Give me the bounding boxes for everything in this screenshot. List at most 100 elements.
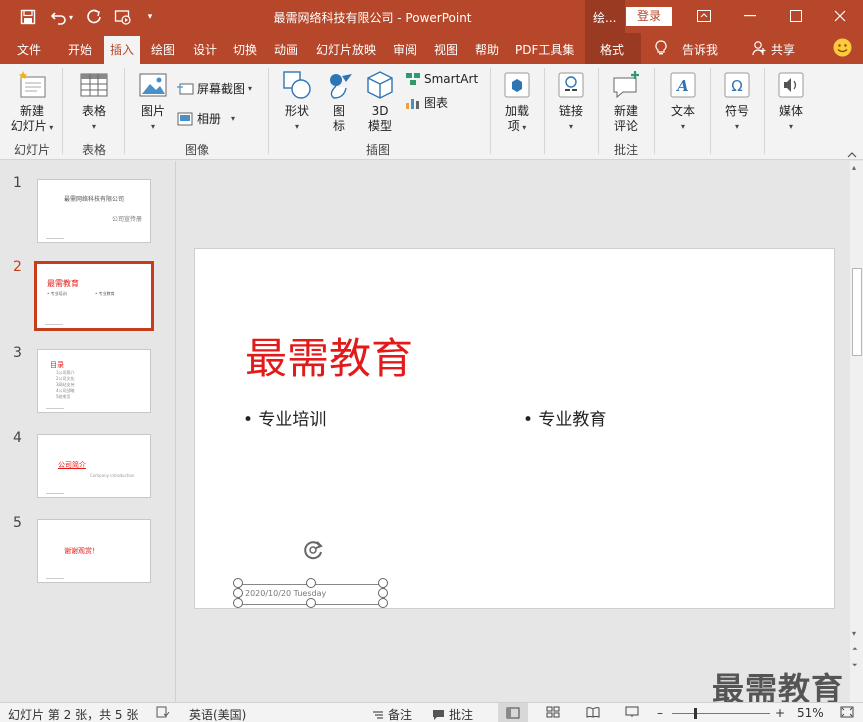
zoom-level[interactable]: 51% [797,706,824,720]
fit-to-window-icon[interactable] [840,706,854,718]
group-label-illustrations: 插图 [365,143,390,157]
slide-thumbnail-1[interactable]: 最需网络科技有限公司 公司宣传册 [37,179,151,243]
slide-sorter-icon[interactable] [546,706,560,718]
maximize-icon[interactable] [773,4,819,28]
tell-me-search[interactable]: 告诉我 [682,41,718,58]
slide-thumbnail-2[interactable]: 最需教育 • 专业培训 • 专业教育 [34,261,154,331]
tab-insert[interactable]: 插入 [104,36,141,66]
zoom-in-button[interactable]: + [775,706,785,720]
resize-handle[interactable] [306,578,316,588]
thumbnail-number: 1 [13,175,22,191]
ribbon-insert: 新建 幻灯片 ▾ 幻灯片 表格 ▾ 表格 图片 ▾ 屏幕截图 ▾ 相册 ▾ 图像… [0,64,863,160]
media-button[interactable]: 媒体 ▾ [772,70,810,134]
thumbnail-subtitle: 公司宣传册 [112,216,143,223]
slideshow-view-icon[interactable] [625,706,639,718]
reading-view-icon[interactable] [586,706,600,718]
normal-view-icon[interactable] [498,703,528,722]
group-label-tables: 表格 [81,143,106,157]
scroll-down-icon[interactable]: ▾ [852,629,856,638]
resize-handle[interactable] [306,598,316,608]
notes-button[interactable]: 备注 [372,706,412,722]
lightbulb-icon [655,40,667,59]
screenshot-button[interactable]: 屏幕截图 ▾ [176,80,252,97]
resize-handle[interactable] [378,588,388,598]
share-button[interactable]: 共享 [771,41,795,58]
comments-button[interactable]: 批注 [432,706,473,722]
slide-bullet-left[interactable]: • 专业培训 [243,405,326,430]
resize-handle[interactable] [233,578,243,588]
new-comment-button[interactable]: 新建 评论 [606,70,646,134]
album-button[interactable]: 相册 ▾ [176,110,235,127]
table-button[interactable]: 表格 ▾ [70,70,118,134]
omega-icon: Ω [722,70,752,100]
collapse-ribbon-icon[interactable] [847,148,857,162]
previous-slide-icon[interactable]: ⏶ [852,645,858,654]
context-tab-drawing[interactable]: 绘... [585,0,625,33]
new-slide-label-2: 幻灯片 [10,119,47,133]
chart-button[interactable]: 图表 [405,94,448,111]
thumbnail-number: 5 [13,515,22,531]
rotate-handle-icon[interactable] [300,537,326,563]
tab-view[interactable]: 视图 [434,41,458,58]
language-indicator[interactable]: 英语(美国) [189,706,246,722]
picture-button[interactable]: 图片 ▾ [134,70,172,134]
zoom-slider[interactable] [672,713,770,714]
vertical-scrollbar[interactable]: ▴ ▾ ⏶ ⏷ [850,161,863,702]
svg-text:Ω: Ω [731,77,742,95]
shapes-button[interactable]: 形状 ▾ [278,70,316,134]
resize-handle[interactable] [233,588,243,598]
slide-canvas[interactable]: 最需教育 • 专业培训 • 专业教育 2020/10/20 Tuesday [194,248,835,609]
smiley-feedback-icon[interactable] [833,38,852,60]
tab-draw[interactable]: 绘图 [151,41,175,58]
thumbnail-number: 2 [13,259,22,275]
tab-home[interactable]: 开始 [68,41,92,58]
addins-button[interactable]: 加载 项 ▾ [498,70,536,135]
zoom-slider-thumb[interactable] [694,708,697,719]
chart-icon [406,98,419,109]
tab-pdf-tools[interactable]: PDF工具集 [515,41,574,58]
tab-file[interactable]: 文件 [17,41,41,58]
tab-help[interactable]: 帮助 [475,41,499,58]
ribbon-display-options-icon[interactable] [681,4,727,28]
new-slide-icon [17,70,47,100]
tab-transitions[interactable]: 切换 [233,41,257,58]
text-button[interactable]: A 文本 ▾ [664,70,702,134]
new-slide-label-1: 新建 [19,104,44,118]
scrollbar-thumb[interactable] [852,268,862,356]
minimize-icon[interactable] [727,4,773,28]
thumbnail-footer [46,408,64,409]
scroll-up-icon[interactable]: ▴ [852,163,856,172]
smartart-button[interactable]: SmartArt [405,72,478,86]
new-slide-button[interactable]: 新建 幻灯片 ▾ [8,70,56,135]
link-button[interactable]: 链接 ▾ [552,70,590,134]
screenshot-label: 屏幕截图 [197,82,246,96]
icons-button[interactable]: 图 标 [324,70,354,134]
resize-handle[interactable] [378,598,388,608]
zoom-out-button[interactable]: – [657,706,663,720]
group-separator [124,68,125,154]
slide-thumbnail-5[interactable]: 谢谢观赏！ [37,519,151,583]
3d-models-button[interactable]: 3D 模型 [364,70,396,134]
group-separator [598,68,599,154]
slide-thumbnail-4[interactable]: 公司简介 Company introduction [37,434,151,498]
slide-thumbnail-pane: 1 最需网络科技有限公司 公司宣传册 2 最需教育 • 专业培训 • 专业教育 … [0,161,176,702]
resize-handle[interactable] [233,598,243,608]
slide-bullet-right[interactable]: • 专业教育 [523,405,606,430]
close-icon[interactable] [817,4,863,28]
tab-animations[interactable]: 动画 [274,41,298,58]
spellcheck-icon[interactable] [156,706,170,718]
tab-format[interactable]: 格式 [600,41,624,58]
slide-thumbnail-3[interactable]: 目录 1公司简介 2公司文化 3网站支持 4公司战略 5结束页 [37,349,151,413]
share-icon[interactable] [752,40,766,59]
cube-icon [365,70,395,100]
group-separator [710,68,711,154]
next-slide-icon[interactable]: ⏷ [852,661,858,670]
resize-handle[interactable] [378,578,388,588]
slide-title[interactable]: 最需教育 [245,325,413,386]
symbol-button[interactable]: Ω 符号 ▾ [718,70,756,134]
tab-review[interactable]: 审阅 [393,41,417,58]
login-button[interactable]: 登录 [626,7,672,26]
tab-slideshow[interactable]: 幻灯片放映 [316,41,376,58]
symbol-label: 符号 [724,104,749,118]
tab-design[interactable]: 设计 [193,41,217,58]
